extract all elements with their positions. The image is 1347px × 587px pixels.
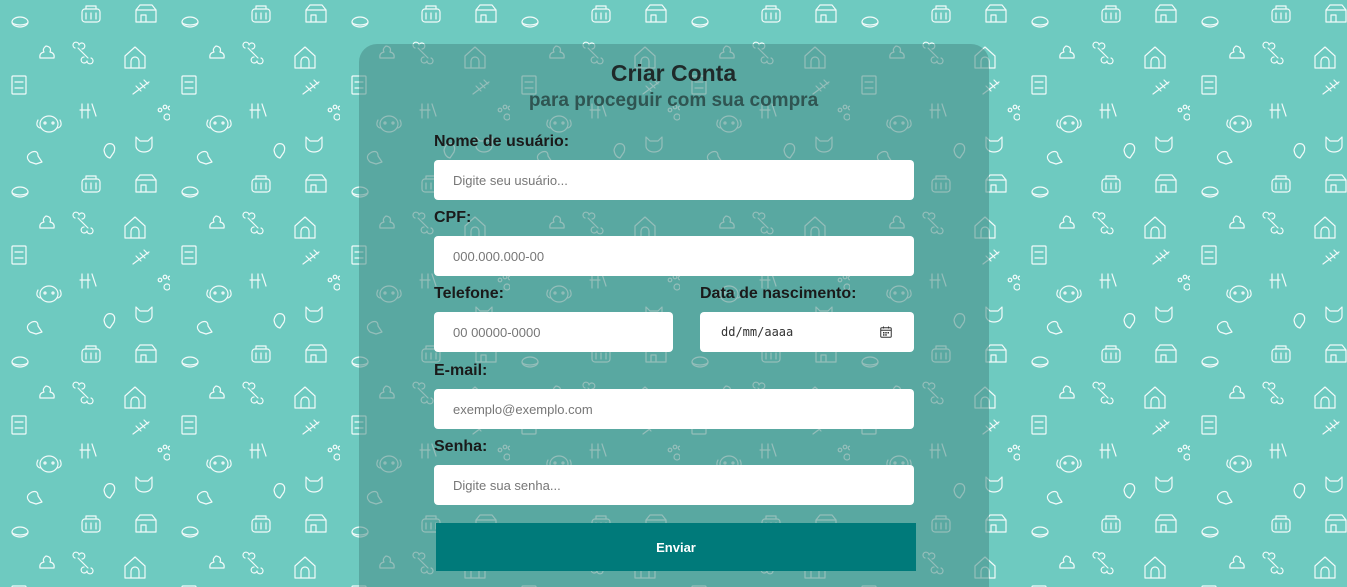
birthdate-input[interactable]: dd/mm/aaaa xyxy=(700,312,914,352)
password-input[interactable] xyxy=(434,465,914,505)
signup-page: Criar Conta para proceguir com sua compr… xyxy=(0,0,1347,587)
page-title: Criar Conta xyxy=(610,60,737,86)
username-label: Nome de usuário: xyxy=(434,133,570,150)
username-input[interactable] xyxy=(434,160,914,200)
calendar-icon[interactable] xyxy=(880,326,892,338)
password-label: Senha: xyxy=(434,438,488,455)
cpf-label: CPF: xyxy=(434,209,472,226)
phone-label: Telefone: xyxy=(434,285,504,302)
email-input[interactable] xyxy=(434,389,914,429)
cpf-input[interactable] xyxy=(434,236,914,276)
phone-input[interactable] xyxy=(434,312,673,352)
birthdate-label: Data de nascimento: xyxy=(700,285,857,302)
submit-button[interactable]: Enviar xyxy=(436,523,916,571)
email-label: E-mail: xyxy=(434,362,488,379)
birthdate-placeholder: dd/mm/aaaa xyxy=(721,325,794,339)
page-subtitle: para proceguir com sua compra xyxy=(528,90,819,111)
